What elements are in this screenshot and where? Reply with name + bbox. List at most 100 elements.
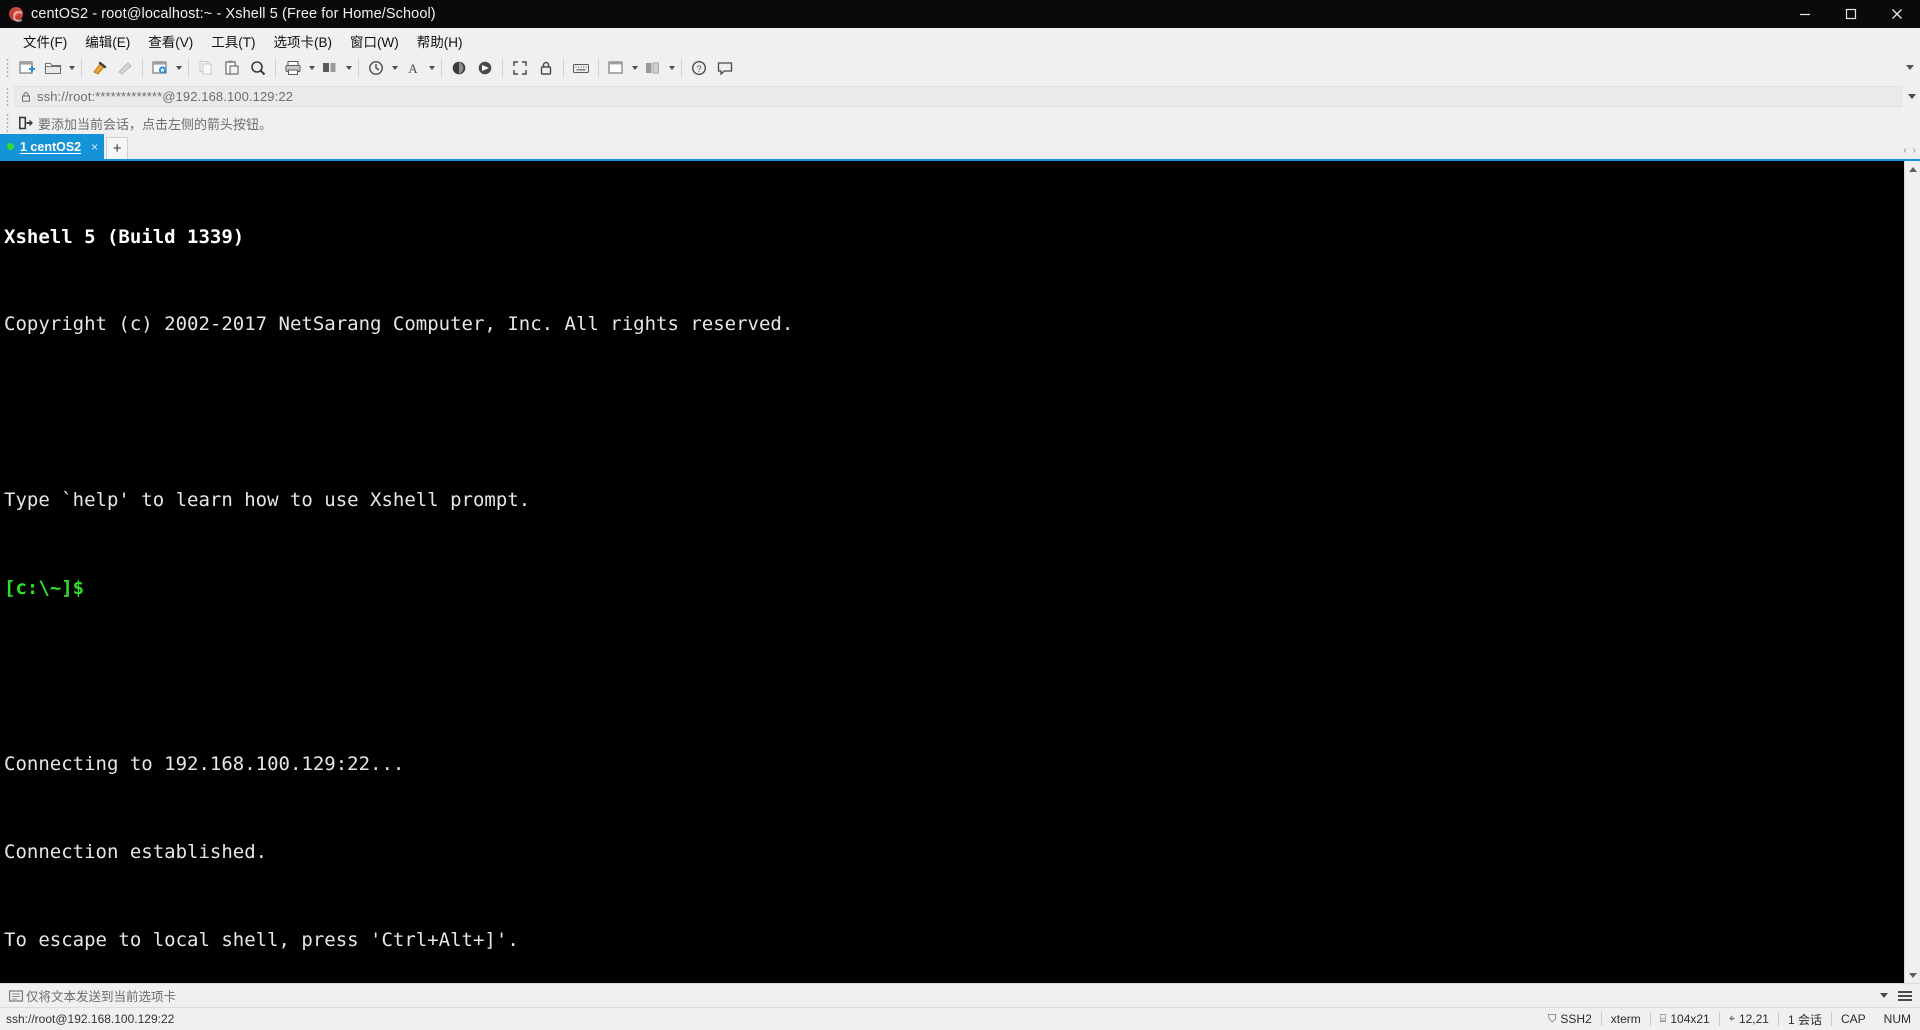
menu-tabs[interactable]: 选项卡(B): [265, 28, 342, 54]
menu-file[interactable]: 文件(F): [14, 28, 76, 54]
arrange-icon[interactable]: [603, 56, 629, 80]
menu-edit[interactable]: 编辑(E): [76, 28, 139, 54]
paste-icon[interactable]: [219, 56, 245, 80]
terminal-scrollbar[interactable]: [1904, 161, 1920, 983]
tab-scroll-left-icon[interactable]: ‹: [1903, 145, 1906, 156]
arrange-caret-icon[interactable]: [629, 56, 640, 80]
tab-centos2[interactable]: 1 centOS2 ×: [0, 134, 105, 159]
help-icon[interactable]: ?: [686, 56, 712, 80]
status-bar: ssh://root@192.168.100.129:22 ⛉ SSH2 xte…: [0, 1007, 1920, 1030]
print-icon[interactable]: [280, 56, 306, 80]
minimize-button[interactable]: [1782, 0, 1828, 28]
terminal-line-local-prompt: [c:\~]$: [4, 577, 85, 600]
add-session-arrow-icon[interactable]: [14, 116, 38, 130]
compose-caret-icon[interactable]: [389, 56, 400, 80]
send-bar-controls: [1880, 990, 1920, 1001]
hint-bar-grip[interactable]: [6, 113, 9, 133]
columns-icon[interactable]: [640, 56, 666, 80]
log-caret-icon[interactable]: [343, 56, 354, 80]
file-transfer-icon[interactable]: [446, 56, 472, 80]
shield-icon: ⛉: [1548, 1012, 1557, 1025]
send-options-caret-icon[interactable]: [1880, 993, 1888, 998]
status-num-lock-text: NUM: [1883, 1012, 1911, 1026]
session-properties-icon[interactable]: [147, 56, 173, 80]
connection-status-dot-icon: [7, 143, 14, 150]
new-session-icon[interactable]: [14, 56, 40, 80]
status-caps-lock: CAP: [1832, 1012, 1875, 1026]
connect-icon[interactable]: [86, 56, 112, 80]
font-caret-icon[interactable]: [426, 56, 437, 80]
toolbar-separator: [275, 59, 276, 77]
print-caret-icon[interactable]: [306, 56, 317, 80]
terminal-line: Connection established.: [4, 840, 268, 863]
xftp-icon[interactable]: [472, 56, 498, 80]
open-session-caret-icon[interactable]: [66, 56, 77, 80]
tab-close-icon[interactable]: ×: [91, 141, 98, 153]
status-protocol-text: SSH2: [1560, 1012, 1592, 1026]
status-session-count-text: 1 会话: [1787, 1012, 1822, 1027]
open-session-icon[interactable]: [40, 56, 66, 80]
menu-bar: 文件(F) 编辑(E) 查看(V) 工具(T) 选项卡(B) 窗口(W) 帮助(…: [0, 28, 1920, 53]
send-text-bar: 仅将文本发送到当前选项卡: [0, 983, 1920, 1007]
cursor-icon: ⌖: [1728, 1012, 1735, 1025]
menu-tools[interactable]: 工具(T): [202, 28, 264, 54]
log-icon[interactable]: [317, 56, 343, 80]
status-session-count[interactable]: 1 会话: [1779, 1011, 1831, 1028]
toolbar-separator: [681, 59, 682, 77]
maximize-button[interactable]: [1828, 0, 1874, 28]
address-dropdown-button[interactable]: [1904, 86, 1920, 107]
terminal-line: Type `help' to learn how to use Xshell p…: [4, 489, 531, 512]
title-bar: centOS2 - root@localhost:~ - Xshell 5 (F…: [0, 0, 1920, 28]
address-bar: ssh://root:*************@192.168.100.129…: [0, 83, 1920, 110]
toolbar-overflow-button[interactable]: [1904, 56, 1916, 78]
snail-icon: [8, 6, 24, 22]
menu-window[interactable]: 窗口(W): [341, 28, 408, 54]
copy-icon[interactable]: [193, 56, 219, 80]
status-protocol[interactable]: ⛉ SSH2: [1539, 1012, 1601, 1026]
terminal-area: Xshell 5 (Build 1339) Copyright (c) 2002…: [0, 161, 1920, 983]
find-icon[interactable]: [245, 56, 271, 80]
menu-view[interactable]: 查看(V): [139, 28, 202, 54]
toolbar-separator: [598, 59, 599, 77]
lock-icon[interactable]: [533, 56, 559, 80]
compose-icon[interactable]: [363, 56, 389, 80]
toolbar-separator: [563, 59, 564, 77]
toolbar-separator: [142, 59, 143, 77]
tab-scroll-right-icon[interactable]: ›: [1913, 145, 1916, 156]
toolbar-separator: [502, 59, 503, 77]
scrollbar-track[interactable]: [1904, 177, 1920, 967]
scroll-down-icon[interactable]: [1904, 967, 1920, 983]
menu-help[interactable]: 帮助(H): [408, 28, 472, 54]
terminal-line: Xshell 5 (Build 1339): [4, 225, 245, 248]
tab-bar: 1 centOS2 × + ‹ ›: [0, 134, 1920, 161]
status-cursor-position-text: 12,21: [1738, 1012, 1769, 1026]
status-terminal-type[interactable]: xterm: [1602, 1012, 1650, 1026]
toolbar-separator: [441, 59, 442, 77]
session-properties-caret-icon[interactable]: [173, 56, 184, 80]
send-menu-icon[interactable]: [1898, 990, 1912, 1001]
status-screen-size[interactable]: ⌸ 104x21: [1651, 1012, 1719, 1026]
toolbar-grip[interactable]: [6, 58, 9, 78]
font-icon[interactable]: A: [400, 56, 426, 80]
address-bar-grip[interactable]: [6, 86, 9, 107]
send-text-icon: [6, 989, 26, 1002]
status-cursor-position[interactable]: ⌖ 12,21: [1720, 1012, 1778, 1026]
scroll-up-icon[interactable]: [1904, 161, 1920, 177]
terminal-output[interactable]: Xshell 5 (Build 1339) Copyright (c) 2002…: [0, 161, 1904, 983]
feedback-icon[interactable]: [712, 56, 738, 80]
window-title: centOS2 - root@localhost:~ - Xshell 5 (F…: [31, 6, 436, 22]
status-num-lock: NUM: [1875, 1012, 1920, 1026]
disconnect-icon[interactable]: [112, 56, 138, 80]
terminal-line: Copyright (c) 2002-2017 NetSarang Comput…: [4, 313, 794, 336]
keyboard-icon[interactable]: [568, 56, 594, 80]
address-input[interactable]: ssh://root:*************@192.168.100.129…: [14, 86, 1902, 107]
tab-scroll-controls: ‹ ›: [1903, 145, 1916, 156]
columns-caret-icon[interactable]: [666, 56, 677, 80]
close-button[interactable]: [1874, 0, 1920, 28]
new-tab-button[interactable]: +: [106, 137, 129, 159]
status-indicators: ⛉ SSH2 xterm ⌸ 104x21 ⌖ 12,21 1 会话 CAP N…: [1539, 1011, 1920, 1028]
screen-icon: ⌸: [1659, 1012, 1667, 1025]
toolbar-separator: [81, 59, 82, 77]
xshell-window: centOS2 - root@localhost:~ - Xshell 5 (F…: [0, 0, 1920, 1030]
fullscreen-icon[interactable]: [507, 56, 533, 80]
